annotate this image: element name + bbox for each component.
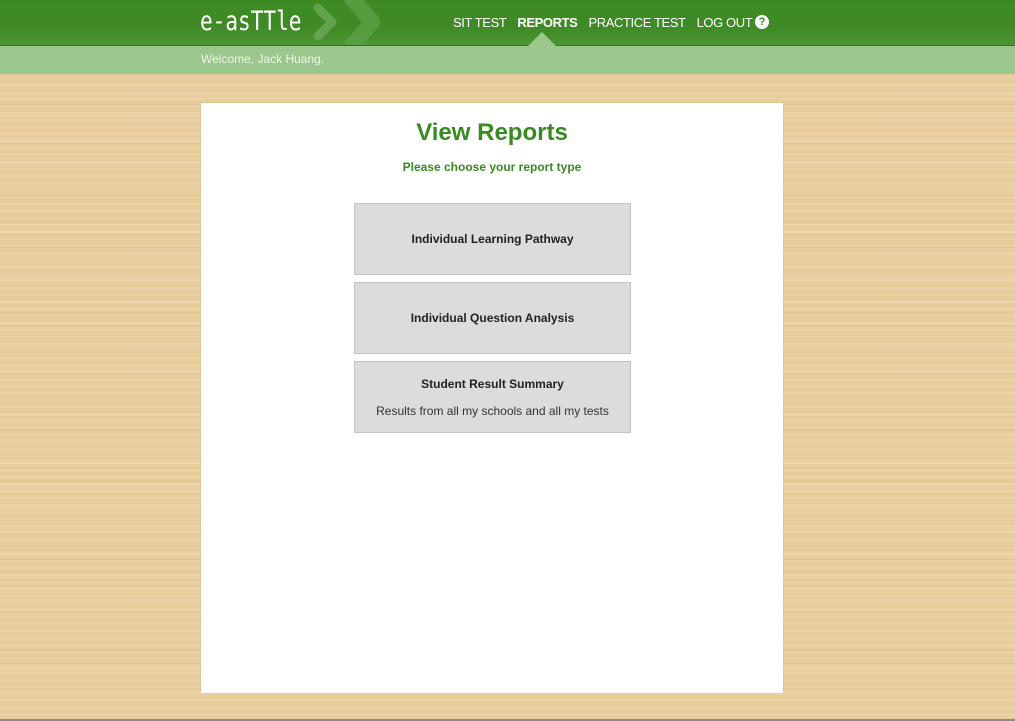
welcome-message: Welcome, Jack Huang.: [201, 52, 325, 66]
active-nav-pointer: [528, 32, 556, 46]
page-subtitle: Please choose your report type: [402, 160, 582, 174]
reports-panel: View Reports Please choose your report t…: [201, 103, 783, 693]
report-option-individual-learning-pathway[interactable]: Individual Learning Pathway: [354, 203, 631, 275]
page-title: View Reports: [416, 119, 568, 146]
report-option-individual-question-analysis[interactable]: Individual Question Analysis: [354, 282, 631, 354]
report-option-label: Individual Learning Pathway: [411, 232, 574, 246]
report-option-description: Results from all my schools and all my t…: [376, 403, 609, 418]
nav-reports[interactable]: REPORTS: [517, 14, 577, 32]
report-option-student-result-summary[interactable]: Student Result Summary Results from all …: [354, 361, 631, 433]
nav-log-out[interactable]: LOG OUT: [697, 14, 753, 32]
report-option-label: Student Result Summary: [421, 376, 564, 391]
welcome-bar: Welcome, Jack Huang.: [0, 46, 1015, 74]
main-nav: SIT TEST REPORTS PRACTICE TEST LOG OUT: [453, 14, 763, 32]
report-option-label: Individual Question Analysis: [410, 311, 575, 325]
top-navigation-bar: e-asTTle SIT TEST REPORTS PRACTICE TEST …: [0, 0, 1015, 46]
help-icon[interactable]: ?: [755, 15, 769, 29]
easttle-logo[interactable]: e-asTTle: [200, 6, 301, 38]
nav-practice-test[interactable]: PRACTICE TEST: [588, 14, 686, 32]
nav-sit-test[interactable]: SIT TEST: [453, 14, 507, 32]
chevron-decoration-icon: [313, 0, 380, 45]
